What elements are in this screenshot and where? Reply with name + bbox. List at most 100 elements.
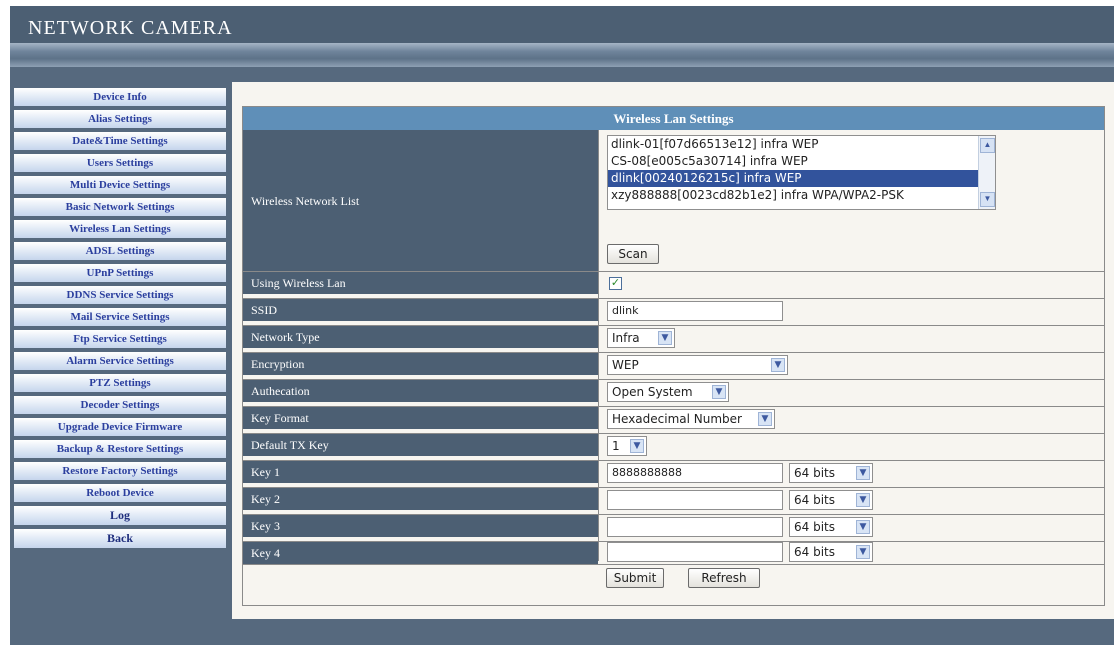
network-type-label: Network Type (243, 326, 598, 348)
ssid-input[interactable]: dlink (607, 301, 783, 321)
app-title: NETWORK CAMERA (28, 17, 233, 39)
sidebar-item-ftp-service-settings[interactable]: Ftp Service Settings (14, 330, 226, 348)
key2-input[interactable] (607, 490, 783, 510)
key1-input[interactable]: 8888888888 (607, 463, 783, 483)
column-divider (598, 130, 599, 561)
chevron-down-icon[interactable]: ▼ (658, 331, 672, 345)
sidebar-item-upnp-settings[interactable]: UPnP Settings (14, 264, 226, 282)
key3-label: Key 3 (243, 515, 598, 537)
sidebar-item-decoder-settings[interactable]: Decoder Settings (14, 396, 226, 414)
key1-bits-select[interactable]: 64 bits ▼ (789, 463, 873, 483)
row-divider (243, 406, 1104, 407)
chevron-down-icon[interactable]: ▼ (856, 520, 870, 534)
sidebar-item-wireless-lan-settings[interactable]: Wireless Lan Settings (14, 220, 226, 238)
row-divider (243, 460, 1104, 461)
sidebar-item-alias-settings[interactable]: Alias Settings (14, 110, 226, 128)
row-divider (243, 298, 1104, 299)
chevron-down-icon[interactable]: ▼ (856, 545, 870, 559)
chevron-down-icon[interactable]: ▼ (856, 493, 870, 507)
sidebar-item-ddns-service-settings[interactable]: DDNS Service Settings (14, 286, 226, 304)
key2-label: Key 2 (243, 488, 598, 510)
wireless-network-listbox[interactable]: dlink-01[f07d66513e12] infra WEP CS-08[e… (607, 135, 996, 210)
key-format-select[interactable]: Hexadecimal Number ▼ (607, 409, 775, 429)
key-format-label: Key Format (243, 407, 598, 429)
sidebar-item-upgrade-device-firmware[interactable]: Upgrade Device Firmware (14, 418, 226, 436)
network-list-item-selected[interactable]: dlink[00240126215c] infra WEP (608, 170, 995, 187)
chevron-down-icon[interactable]: ▼ (630, 439, 644, 453)
chevron-down-icon[interactable]: ▼ (980, 192, 995, 207)
sidebar-item-alarm-service-settings[interactable]: Alarm Service Settings (14, 352, 226, 370)
chevron-down-icon[interactable]: ▼ (758, 412, 772, 426)
using-wireless-checkbox[interactable]: ✓ (609, 277, 622, 290)
encryption-value: WEP (612, 358, 639, 372)
key1-label: Key 1 (243, 461, 598, 483)
row-divider (243, 487, 1104, 488)
default-tx-key-value: 1 (612, 439, 620, 453)
row-divider (243, 271, 1104, 272)
sidebar-item-users-settings[interactable]: Users Settings (14, 154, 226, 172)
key4-label: Key 4 (243, 542, 598, 564)
key3-bits-value: 64 bits (794, 520, 835, 534)
main-content: Wireless Lan Settings Wireless Network L… (232, 82, 1114, 619)
sidebar-item-multi-device-settings[interactable]: Multi Device Settings (14, 176, 226, 194)
wireless-lan-panel: Wireless Lan Settings Wireless Network L… (242, 106, 1105, 606)
sidebar-item-mail-service-settings[interactable]: Mail Service Settings (14, 308, 226, 326)
sidebar-item-basic-network-settings[interactable]: Basic Network Settings (14, 198, 226, 216)
header-band (10, 67, 1114, 82)
scan-button[interactable]: Scan (607, 244, 659, 264)
key1-bits-value: 64 bits (794, 466, 835, 480)
sidebar: Device Info Alias Settings Date&Time Set… (10, 82, 232, 645)
key2-bits-select[interactable]: 64 bits ▼ (789, 490, 873, 510)
key-format-value: Hexadecimal Number (612, 412, 742, 426)
ssid-label: SSID (243, 299, 598, 321)
sidebar-item-log[interactable]: Log (14, 506, 226, 525)
key4-bits-select[interactable]: 64 bits ▼ (789, 542, 873, 562)
row-divider (243, 379, 1104, 380)
footer-band (232, 619, 1114, 645)
list-scrollbar[interactable]: ▲ ▼ (978, 136, 995, 209)
authentication-value: Open System (612, 385, 693, 399)
check-icon: ✓ (610, 277, 621, 289)
row-divider (243, 352, 1104, 353)
sidebar-nav: Device Info Alias Settings Date&Time Set… (14, 88, 226, 552)
header-strip (10, 43, 1114, 67)
network-type-value: Infra (612, 331, 640, 345)
sidebar-item-backup-restore-settings[interactable]: Backup & Restore Settings (14, 440, 226, 458)
network-list-label: Wireless Network List (243, 130, 598, 272)
header-bar: NETWORK CAMERA (10, 6, 1114, 43)
encryption-label: Encryption (243, 353, 598, 375)
sidebar-item-device-info[interactable]: Device Info (14, 88, 226, 106)
encryption-select[interactable]: WEP ▼ (607, 355, 788, 375)
key2-bits-value: 64 bits (794, 493, 835, 507)
sidebar-item-restore-factory-settings[interactable]: Restore Factory Settings (14, 462, 226, 480)
app-window: NETWORK CAMERA Device Info Alias Setting… (0, 0, 1118, 645)
network-type-select[interactable]: Infra ▼ (607, 328, 675, 348)
row-divider (243, 564, 1104, 565)
default-tx-key-label: Default TX Key (243, 434, 598, 456)
refresh-button[interactable]: Refresh (688, 568, 760, 588)
sidebar-item-reboot-device[interactable]: Reboot Device (14, 484, 226, 502)
sidebar-item-adsl-settings[interactable]: ADSL Settings (14, 242, 226, 260)
chevron-up-icon[interactable]: ▲ (980, 138, 995, 153)
chevron-down-icon[interactable]: ▼ (856, 466, 870, 480)
sidebar-item-back[interactable]: Back (14, 529, 226, 548)
using-wireless-label: Using Wireless Lan (243, 272, 598, 294)
sidebar-item-ptz-settings[interactable]: PTZ Settings (14, 374, 226, 392)
authentication-select[interactable]: Open System ▼ (607, 382, 729, 402)
network-list-item[interactable]: CS-08[e005c5a30714] infra WEP (608, 153, 995, 170)
network-list-item[interactable]: dlink-01[f07d66513e12] infra WEP (608, 136, 995, 153)
key4-bits-value: 64 bits (794, 545, 835, 559)
row-divider (243, 514, 1104, 515)
chevron-down-icon[interactable]: ▼ (712, 385, 726, 399)
row-divider (243, 325, 1104, 326)
authentication-label: Authecation (243, 380, 598, 402)
key3-input[interactable] (607, 517, 783, 537)
default-tx-key-select[interactable]: 1 ▼ (607, 436, 647, 456)
network-list-item[interactable]: xzy888888[0023cd82b1e2] infra WPA/WPA2-P… (608, 187, 995, 204)
sidebar-item-date-time-settings[interactable]: Date&Time Settings (14, 132, 226, 150)
key3-bits-select[interactable]: 64 bits ▼ (789, 517, 873, 537)
chevron-down-icon[interactable]: ▼ (771, 358, 785, 372)
row-divider (243, 433, 1104, 434)
key4-input[interactable] (607, 542, 783, 562)
submit-button[interactable]: Submit (606, 568, 664, 588)
